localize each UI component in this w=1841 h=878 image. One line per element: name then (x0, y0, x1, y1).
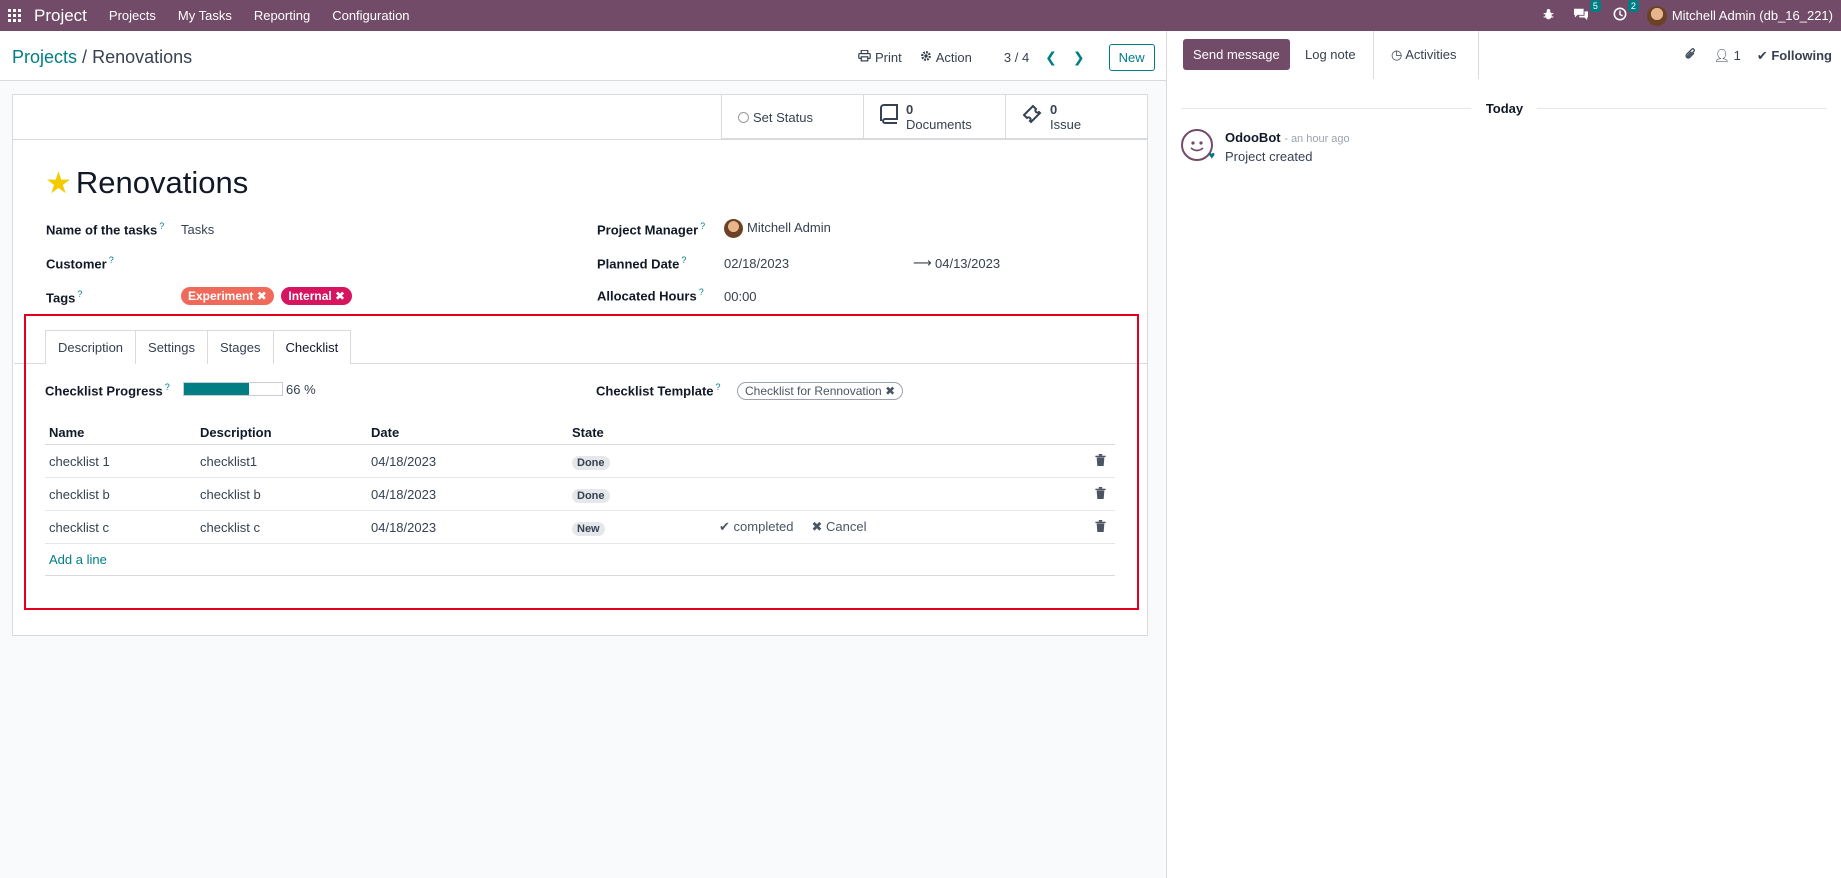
printer-icon (858, 49, 871, 65)
user-avatar (1646, 5, 1667, 26)
breadcrumb: Projects / Renovations (12, 47, 192, 68)
gear-icon (920, 50, 932, 65)
activities-button[interactable]: ◷ Activities (1391, 47, 1457, 63)
menu-reporting[interactable]: Reporting (254, 8, 310, 23)
tag-internal[interactable]: Internal ✖ (281, 287, 353, 305)
user-name-label: Mitchell Admin (db_16_221) (1671, 8, 1833, 23)
menu-projects[interactable]: Projects (109, 8, 156, 23)
messages-count-badge: 5 (1589, 0, 1601, 12)
allocated-hours-value[interactable]: 00:00 (724, 289, 757, 304)
favorite-star-icon[interactable]: ★ (45, 166, 72, 201)
issue-stat-button[interactable]: 0 Issue (1005, 95, 1147, 139)
documents-stat-button[interactable]: 0 Documents (863, 95, 1005, 139)
planned-date-label: Planned Date? (597, 255, 687, 272)
send-message-button[interactable]: Send message (1183, 39, 1290, 70)
breadcrumb-current: Renovations (92, 47, 193, 67)
issue-label: Issue (1050, 117, 1082, 132)
control-panel: Projects / Renovations Print Action 3 / … (0, 31, 1166, 81)
log-note-button[interactable]: Log note (1305, 47, 1356, 62)
action-label: Action (935, 50, 972, 65)
activities-count-badge: 2 (1627, 0, 1639, 12)
breadcrumb-separator: / (82, 47, 88, 67)
chatter-topbar: Send message Log note ◷ Activities 👤︎ 1 … (1167, 31, 1841, 79)
message-time: - an hour ago (1284, 133, 1350, 145)
name-of-tasks-label: Name of the tasks? (46, 221, 165, 238)
heart-icon: ♥ (1208, 150, 1215, 162)
status-radio-icon (738, 111, 749, 123)
menu-configuration[interactable]: Configuration (332, 8, 409, 23)
clock-icon: ◷ (1391, 47, 1403, 62)
tags-label: Tags? (46, 289, 83, 306)
new-record-button[interactable]: New (1108, 44, 1155, 71)
menu-my-tasks[interactable]: My Tasks (178, 8, 232, 23)
chatter-panel: Send message Log note ◷ Activities 👤︎ 1 … (1166, 31, 1841, 878)
tags-field[interactable]: Experiment ✖ Internal ✖ (181, 287, 356, 305)
breadcrumb-projects-link[interactable]: Projects (12, 47, 77, 67)
check-icon: ✔ (1756, 47, 1768, 63)
name-of-tasks-value[interactable]: Tasks (181, 222, 214, 237)
pager-value[interactable]: 3 / 4 (1004, 50, 1029, 65)
message-author: OdooBot - an hour ago (1225, 130, 1350, 145)
date-separator: Today (1167, 101, 1841, 116)
print-button[interactable]: Print (858, 49, 902, 65)
highlight-box (24, 314, 1139, 610)
set-status-label: Set Status (753, 109, 813, 125)
planned-date-end[interactable]: 04/13/2023 (935, 256, 1000, 271)
manager-avatar (724, 219, 743, 238)
documents-label: Documents (906, 117, 972, 132)
tag-experiment[interactable]: Experiment ✖ (181, 287, 274, 305)
customer-field[interactable] (181, 255, 481, 271)
planned-date-start[interactable]: 02/18/2023 (724, 256, 789, 271)
issue-count: 0 (1050, 102, 1058, 117)
app-brand[interactable]: Project (34, 6, 87, 26)
ticket-icon (1022, 104, 1042, 130)
following-button[interactable]: ✔ Following (1757, 48, 1832, 64)
top-navbar: Project Projects My Tasks Reporting Conf… (0, 0, 1841, 31)
customer-label: Customer? (46, 255, 114, 272)
pager-previous-icon[interactable]: ❮ (1045, 49, 1057, 66)
book-icon (880, 104, 898, 130)
attachment-paperclip-icon[interactable] (1684, 47, 1697, 64)
apps-grid-icon[interactable] (8, 8, 22, 23)
pager-next-icon[interactable]: ❯ (1073, 49, 1085, 66)
message-body: Project created (1225, 149, 1313, 164)
allocated-hours-label: Allocated Hours? (597, 287, 704, 304)
print-label: Print (875, 50, 902, 65)
user-icon: 👤︎ (1713, 47, 1730, 63)
odoobot-avatar[interactable]: ♥ (1181, 129, 1215, 162)
project-manager-field[interactable]: Mitchell Admin (724, 219, 831, 238)
stat-button-box: Set Status 0 Documents 0 Issue (721, 95, 1147, 139)
followers-button[interactable]: 👤︎ 1 (1713, 48, 1740, 64)
project-name[interactable]: Renovations (76, 165, 248, 201)
messages-icon[interactable]: 5 (1573, 0, 1601, 24)
project-title: ★ Renovations (45, 165, 248, 201)
documents-count: 0 (906, 102, 914, 117)
project-manager-label: Project Manager? (597, 221, 706, 238)
set-status-button[interactable]: Set Status (721, 95, 863, 139)
arrow-right-icon: ⟶ (913, 255, 932, 270)
action-button[interactable]: Action (920, 50, 972, 65)
debug-bug-icon[interactable] (1542, 8, 1555, 24)
user-menu[interactable]: Mitchell Admin (db_16_221) (1646, 5, 1833, 26)
activities-clock-icon[interactable]: 2 (1613, 0, 1639, 24)
